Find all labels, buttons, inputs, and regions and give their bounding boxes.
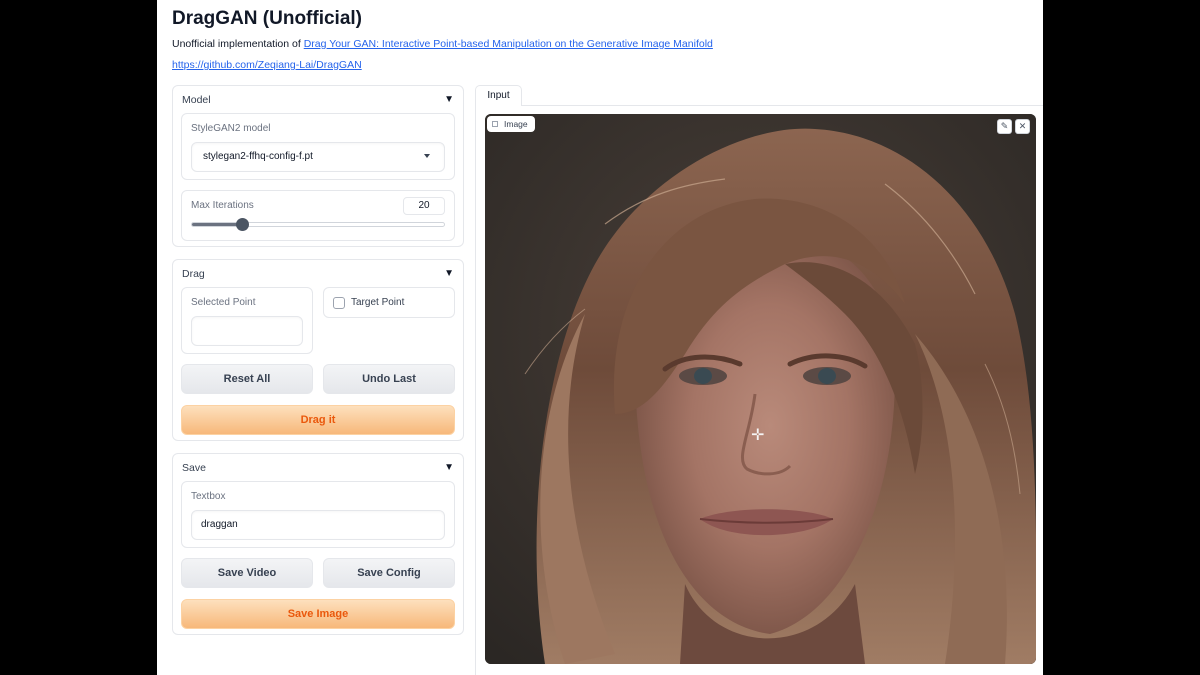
- collapse-caret-icon[interactable]: ▼: [444, 268, 454, 279]
- model-panel-header[interactable]: Model: [182, 94, 211, 106]
- max-iterations-slider[interactable]: [191, 218, 445, 231]
- model-select[interactable]: stylegan2-ffhq-config-f.pt: [191, 142, 445, 172]
- selected-point-label: Selected Point: [191, 297, 256, 308]
- slider-thumb[interactable]: [236, 218, 250, 231]
- save-video-button[interactable]: Save Video: [181, 558, 313, 588]
- collapse-caret-icon[interactable]: ▼: [444, 94, 454, 105]
- image-icon: [492, 121, 498, 127]
- model-panel: Model ▼ StyleGAN2 model stylegan2-ffhq-c…: [172, 85, 464, 247]
- textbox-label: Textbox: [191, 491, 226, 502]
- undo-last-button[interactable]: Undo Last: [323, 364, 455, 394]
- target-point-block[interactable]: Target Point: [323, 287, 455, 318]
- model-select-label: StyleGAN2 model: [191, 123, 271, 134]
- save-image-button[interactable]: Save Image: [181, 599, 455, 629]
- paper-link[interactable]: Drag Your GAN: Interactive Point-based M…: [304, 38, 713, 50]
- pencil-icon[interactable]: ✎: [997, 119, 1012, 134]
- portrait-image: [485, 114, 1036, 664]
- target-point-label: Target Point: [351, 297, 405, 308]
- drag-panel: Drag ▼ Selected Point Target Point Reset…: [172, 259, 464, 441]
- tab-input[interactable]: Input: [475, 85, 522, 106]
- page-description: Unofficial implementation of Drag Your G…: [172, 38, 713, 50]
- image-label-text: Image: [504, 119, 528, 129]
- app-page: DragGAN (Unofficial) Unofficial implemen…: [157, 0, 1043, 675]
- slider-fill: [192, 223, 243, 226]
- filename-textbox[interactable]: draggan: [191, 510, 445, 540]
- filename-value: draggan: [201, 519, 238, 530]
- tab-divider: [475, 105, 1043, 106]
- image-canvas[interactable]: Image ✎ ✕ ✛: [485, 114, 1036, 664]
- image-label-badge: Image: [487, 116, 535, 132]
- selected-point-field[interactable]: [191, 316, 303, 346]
- model-select-block: StyleGAN2 model stylegan2-ffhq-config-f.…: [181, 113, 455, 180]
- selected-point-block: Selected Point: [181, 287, 313, 354]
- drag-it-button[interactable]: Drag it: [181, 405, 455, 435]
- save-panel-header[interactable]: Save: [182, 462, 206, 474]
- collapse-caret-icon[interactable]: ▼: [444, 462, 454, 473]
- description-prefix: Unofficial implementation of: [172, 38, 304, 50]
- page-title: DragGAN (Unofficial): [172, 8, 362, 29]
- close-icon[interactable]: ✕: [1015, 119, 1030, 134]
- drag-panel-header[interactable]: Drag: [182, 268, 205, 280]
- repo-link[interactable]: https://github.com/Zeqiang-Lai/DragGAN: [172, 59, 362, 71]
- save-config-button[interactable]: Save Config: [323, 558, 455, 588]
- textbox-block: Textbox draggan: [181, 481, 455, 548]
- max-iterations-block: Max Iterations 20: [181, 190, 455, 241]
- max-iterations-input[interactable]: 20: [403, 197, 445, 215]
- target-point-checkbox[interactable]: [333, 297, 345, 309]
- reset-all-button[interactable]: Reset All: [181, 364, 313, 394]
- crosshair-cursor-icon: ✛: [751, 427, 765, 444]
- max-iterations-label: Max Iterations: [191, 200, 254, 211]
- dropdown-caret-icon: [424, 154, 430, 158]
- model-select-value: stylegan2-ffhq-config-f.pt: [203, 151, 313, 162]
- save-panel: Save ▼ Textbox draggan Save Video Save C…: [172, 453, 464, 635]
